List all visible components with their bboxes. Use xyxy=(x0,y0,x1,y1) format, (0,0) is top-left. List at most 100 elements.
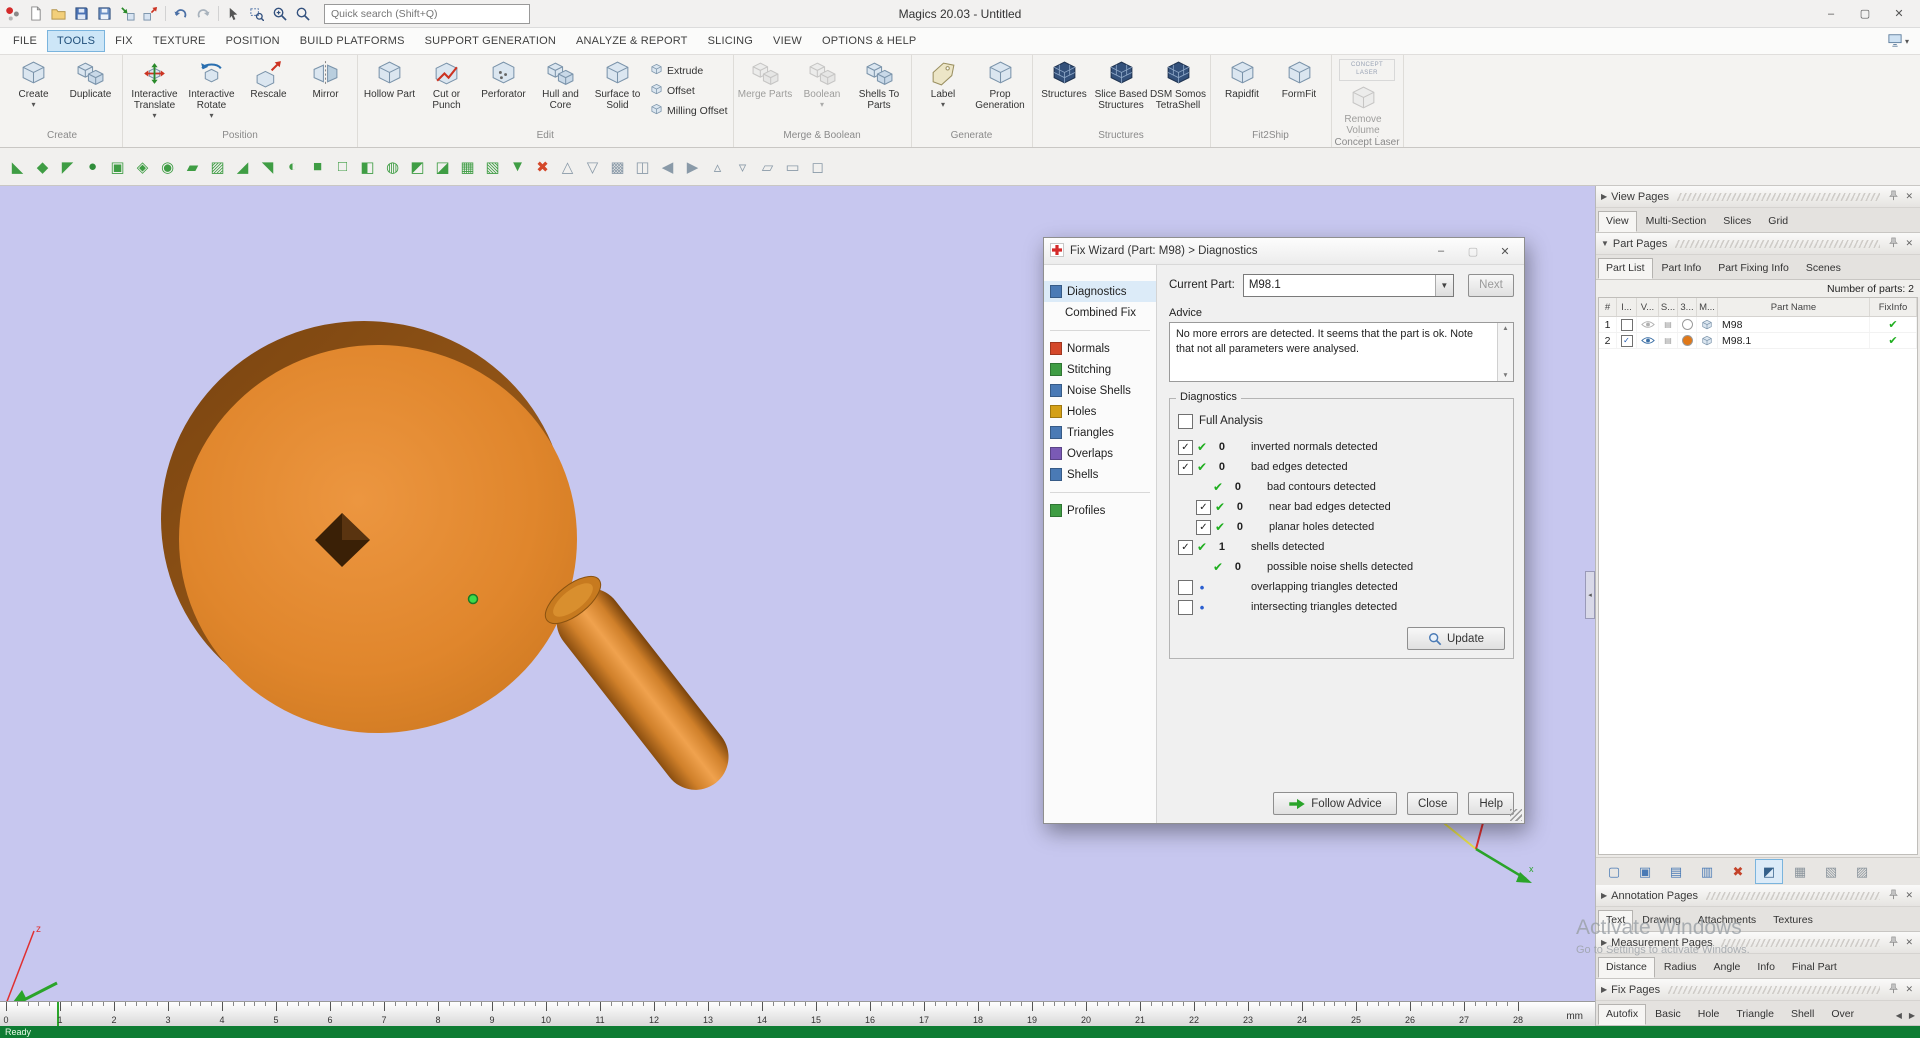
quick-search-input[interactable] xyxy=(329,6,525,21)
view-pages-header[interactable]: ▶ View Pages ✕ xyxy=(1596,186,1920,208)
tabs-scroll-right-icon[interactable]: ▶ xyxy=(1906,1011,1918,1025)
delete-triangle-icon[interactable]: ▿ xyxy=(730,153,755,181)
export-part-icon[interactable] xyxy=(139,3,162,24)
shrink-selection-icon[interactable]: ◥ xyxy=(255,153,280,181)
select-cursor-icon[interactable] xyxy=(222,3,245,24)
fix-wizard-nav-combined-fix[interactable]: Combined Fix xyxy=(1044,302,1156,323)
fix-pages-tab-autofix[interactable]: Autofix xyxy=(1598,1004,1647,1025)
mark-fillet-icon[interactable]: ◪ xyxy=(430,153,455,181)
dialog-title-bar[interactable]: Fix Wizard (Part: M98) > Diagnostics – ▢… xyxy=(1044,238,1524,265)
advice-scrollbar[interactable]: ▲ ▼ xyxy=(1497,323,1513,381)
select-all-icon[interactable]: ■ xyxy=(305,153,330,181)
pin-icon[interactable] xyxy=(1888,889,1899,903)
select-through-icon[interactable]: ▨ xyxy=(205,153,230,181)
annotation-pages-tab-drawing[interactable]: Drawing xyxy=(1634,910,1689,931)
paste-from-clipboard-icon[interactable]: ▧ xyxy=(1817,859,1845,884)
fix-pages-tab-basic[interactable]: Basic xyxy=(1647,1004,1689,1025)
part-pages-tab-part-list[interactable]: Part List xyxy=(1598,258,1653,279)
minimize-button[interactable]: – xyxy=(1814,3,1848,24)
smooth-triangles-icon[interactable]: △ xyxy=(555,153,580,181)
measurement-pages-tab-angle[interactable]: Angle xyxy=(1706,957,1749,978)
menu-item-texture[interactable]: TEXTURE xyxy=(143,30,216,52)
dialog-resize-grip[interactable] xyxy=(1510,809,1522,821)
view-pages-tab-view[interactable]: View xyxy=(1598,211,1637,232)
save-all-icon[interactable] xyxy=(93,3,116,24)
view-pages-tab-grid[interactable]: Grid xyxy=(1760,211,1796,232)
reduce-triangles-icon[interactable]: ▽ xyxy=(580,153,605,181)
ribbon-button-label[interactable]: Label ▾ xyxy=(915,56,972,109)
menu-item-slicing[interactable]: SLICING xyxy=(698,30,763,52)
fix-wizard-nav-shells[interactable]: Shells xyxy=(1044,464,1156,485)
pin-icon[interactable] xyxy=(1888,936,1899,950)
fix-wizard-nav-overlaps[interactable]: Overlaps xyxy=(1044,443,1156,464)
part-list-empty-area[interactable] xyxy=(1599,349,1917,854)
part-properties-icon[interactable]: ▨ xyxy=(1848,859,1876,884)
expand-arrow-icon[interactable]: ▶ xyxy=(1601,985,1607,994)
mark-chamfer-icon[interactable]: ◩ xyxy=(405,153,430,181)
part-view-eye-icon[interactable] xyxy=(1637,333,1659,348)
scroll-up-icon[interactable]: ▲ xyxy=(1502,325,1508,332)
mark-hole-icon[interactable]: ▦ xyxy=(455,153,480,181)
menu-item-position[interactable]: POSITION xyxy=(216,30,290,52)
ribbon-button-surface-to-solid[interactable]: Surface to Solid xyxy=(589,56,646,111)
full-analysis-checkbox[interactable]: Full Analysis xyxy=(1178,411,1505,431)
zoom-window-icon[interactable] xyxy=(245,3,268,24)
search-magnifier-icon[interactable] xyxy=(291,3,314,24)
section-icon[interactable]: ▭ xyxy=(780,153,805,181)
close-button[interactable]: ✕ xyxy=(1882,3,1916,24)
close-panel-icon[interactable]: ✕ xyxy=(1903,984,1915,995)
invert-selection-icon[interactable]: ◐ xyxy=(280,153,305,181)
ribbon-button-extrude[interactable]: Extrude xyxy=(650,63,728,79)
retriangulate-icon[interactable]: ◫ xyxy=(630,153,655,181)
undo-icon[interactable] xyxy=(169,3,192,24)
pin-icon[interactable] xyxy=(1888,983,1899,997)
mark-cylinder-icon[interactable]: ◧ xyxy=(355,153,380,181)
view-pages-tab-multi-section[interactable]: Multi-Section xyxy=(1638,211,1715,232)
fix-pages-tab-over[interactable]: Over xyxy=(1823,1004,1862,1025)
mark-shell-icon[interactable]: ● xyxy=(80,153,105,181)
panel-splitter-handle[interactable]: ◂ xyxy=(1585,571,1595,619)
ribbon-button-dsm-somos-tetrashell[interactable]: DSM Somos TetraShell xyxy=(1150,56,1207,111)
full-analysis-checkbox-box[interactable] xyxy=(1178,413,1193,429)
part-pages-tab-scenes[interactable]: Scenes xyxy=(1798,258,1849,279)
ribbon-button-offset[interactable]: Offset xyxy=(650,83,728,99)
part-name[interactable]: M98 xyxy=(1718,317,1870,332)
maximize-button[interactable]: ▢ xyxy=(1848,3,1882,24)
ribbon-button-create[interactable]: Create ▾ xyxy=(5,56,62,109)
part-slices-icon[interactable]: ▤ xyxy=(1659,333,1678,348)
diagnostic-checkbox[interactable]: ✓ xyxy=(1196,499,1211,515)
menu-item-analyze-report[interactable]: ANALYZE & REPORT xyxy=(566,30,698,52)
part-view-eye-icon[interactable] xyxy=(1637,317,1659,332)
save-icon[interactable] xyxy=(70,3,93,24)
fix-wizard-nav-noise-shells[interactable]: Noise Shells xyxy=(1044,380,1156,401)
expand-arrow-icon[interactable]: ▶ xyxy=(1601,938,1607,947)
close-panel-icon[interactable]: ✕ xyxy=(1903,890,1915,901)
measurement-pages-tab-info[interactable]: Info xyxy=(1749,957,1783,978)
quick-search-box[interactable] xyxy=(324,3,530,24)
diagnostic-checkbox[interactable] xyxy=(1178,599,1193,615)
fix-wizard-nav-stitching[interactable]: Stitching xyxy=(1044,359,1156,380)
ribbon-button-shells-to-parts[interactable]: Shells To Parts xyxy=(851,56,908,111)
workspace-dropdown-icon[interactable]: ▾ xyxy=(1905,37,1909,46)
fix-wizard-nav-holes[interactable]: Holes xyxy=(1044,401,1156,422)
diagnostic-checkbox[interactable]: ✓ xyxy=(1196,519,1211,535)
duplicate-part-icon[interactable]: ▥ xyxy=(1693,859,1721,884)
measurement-pages-tab-radius[interactable]: Radius xyxy=(1656,957,1705,978)
freeform-selection-icon[interactable]: ◈ xyxy=(130,153,155,181)
mark-triangle-icon[interactable]: ◣ xyxy=(5,153,30,181)
diagnostic-checkbox[interactable]: ✓ xyxy=(1178,539,1193,555)
mark-connected-icon[interactable]: ▧ xyxy=(480,153,505,181)
part-pages-tab-part-info[interactable]: Part Info xyxy=(1654,258,1710,279)
edit-point-icon[interactable]: ▶ xyxy=(680,153,705,181)
ribbon-button-milling-offset[interactable]: Milling Offset xyxy=(650,103,728,119)
import-part-icon[interactable] xyxy=(116,3,139,24)
scroll-down-icon[interactable]: ▼ xyxy=(1502,372,1508,379)
fix-wizard-nav-triangles[interactable]: Triangles xyxy=(1044,422,1156,443)
close-panel-icon[interactable]: ✕ xyxy=(1903,238,1915,249)
ribbon-button-perforator[interactable]: Perforator xyxy=(475,56,532,100)
ribbon-button-prop-generation[interactable]: Prop Generation xyxy=(972,56,1029,111)
ribbon-button-rapidfit[interactable]: Rapidfit xyxy=(1214,56,1271,100)
ribbon-button-cut-or-punch[interactable]: Cut or Punch xyxy=(418,56,475,111)
part-color-swatch[interactable] xyxy=(1681,335,1693,346)
part-row-m98[interactable]: 1 ▤ M98 ✔ xyxy=(1599,317,1917,333)
